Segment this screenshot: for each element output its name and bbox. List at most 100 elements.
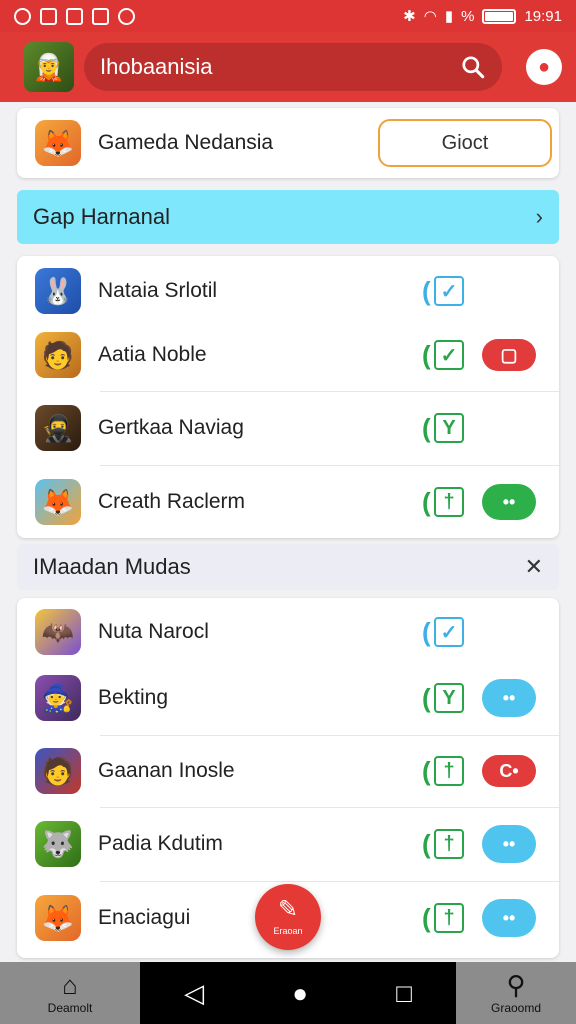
list-item[interactable]: 🐺 Padia Kdutim († •• bbox=[17, 810, 559, 878]
list-item[interactable]: 🧙 Bekting (Y •• bbox=[17, 664, 559, 732]
chat-icon[interactable]: •• bbox=[482, 679, 536, 717]
divider bbox=[100, 807, 559, 808]
featured-game-name: Gameda Nedansia bbox=[98, 131, 274, 154]
game-name: Padia Kdutim bbox=[98, 832, 223, 855]
wolf-icon: 🐺 bbox=[35, 821, 81, 867]
stop-button[interactable]: ▢ bbox=[482, 339, 536, 371]
nav-tab-home[interactable]: ⌂ Deamolt bbox=[0, 962, 140, 1024]
notification-icon bbox=[66, 7, 83, 25]
system-navigation: ◁ ● □ bbox=[140, 962, 456, 1024]
fox-icon: 🦊 bbox=[35, 120, 81, 166]
chat-icon[interactable]: •• bbox=[482, 825, 536, 863]
fox-icon: 🦊 bbox=[35, 895, 81, 941]
checkbox[interactable]: (✓ bbox=[422, 340, 464, 371]
system-indicators: ✱ ◠ ▮ % 19:91 bbox=[403, 7, 562, 26]
ninja-icon: 🥷 bbox=[35, 405, 81, 451]
checkbox[interactable]: († bbox=[422, 487, 464, 518]
home-button-icon[interactable]: ● bbox=[292, 978, 308, 1009]
checkbox[interactable]: († bbox=[422, 829, 464, 860]
edit-icon: ✎ bbox=[277, 896, 299, 923]
divider bbox=[100, 735, 559, 736]
back-icon[interactable]: ◁ bbox=[184, 978, 204, 1009]
game-name: Creath Raclerm bbox=[98, 490, 246, 513]
game-character-icon[interactable]: 🧝 bbox=[24, 42, 74, 92]
divider bbox=[100, 391, 559, 392]
section-header-harnanal[interactable]: Gap Harnanal › bbox=[17, 190, 559, 244]
knight-icon: 🧑 bbox=[35, 748, 81, 794]
divider bbox=[100, 881, 559, 882]
checkbox[interactable]: (Y bbox=[422, 683, 464, 714]
nav-tab-label: Graoomd bbox=[490, 1001, 542, 1015]
wifi-icon: ◠ bbox=[423, 8, 437, 25]
floating-action-button[interactable]: ✎ Eraoan bbox=[255, 884, 321, 950]
home-icon: ⌂ bbox=[62, 970, 78, 1000]
game-name: Gaanan Inosle bbox=[98, 759, 235, 782]
app-bar: 🧝 Ihobaanisia ● bbox=[0, 32, 576, 102]
bunny-icon: 🐰 bbox=[35, 268, 81, 314]
check-icon: † bbox=[434, 903, 464, 933]
list-item[interactable]: 🐰 Nataia Srlotil (✓ bbox=[17, 260, 559, 322]
featured-game-card[interactable]: 🦊 Gameda Nedansia Gioct bbox=[17, 108, 559, 178]
notification-icons bbox=[14, 7, 135, 25]
check-icon: Y bbox=[434, 413, 464, 443]
profile-icon: ● bbox=[537, 55, 551, 78]
chat-icon[interactable]: •• bbox=[482, 484, 536, 520]
bat-icon: 🦇 bbox=[35, 609, 81, 655]
check-icon: † bbox=[434, 829, 464, 859]
nav-tab-profile[interactable]: ⚲ Graoomd bbox=[456, 962, 576, 1024]
user-icon: ⚲ bbox=[506, 970, 526, 1000]
signal-icon: ▮ bbox=[444, 8, 454, 25]
chat-icon[interactable]: •• bbox=[482, 899, 536, 937]
chevron-right-icon[interactable]: › bbox=[536, 204, 543, 230]
recents-icon[interactable]: □ bbox=[396, 978, 412, 1009]
nav-tab-label: Deamolt bbox=[47, 1001, 93, 1015]
bottom-navigation: ⌂ Deamolt ◁ ● □ ⚲ Graoomd bbox=[0, 962, 576, 1024]
checkbox[interactable]: (✓ bbox=[422, 617, 464, 648]
game-name: Bekting bbox=[98, 686, 169, 709]
fox-icon: 🦊 bbox=[35, 479, 81, 525]
featured-game-button[interactable]: Gioct bbox=[378, 119, 552, 167]
checkbox[interactable]: (Y bbox=[422, 413, 464, 444]
notification-icon bbox=[14, 7, 31, 25]
list-item[interactable]: 🧑 Aatia Noble (✓ ▢ bbox=[17, 322, 559, 388]
check-icon: ✓ bbox=[434, 340, 464, 370]
app-title: Ihobaanisia bbox=[100, 54, 213, 79]
notification-icon bbox=[118, 7, 135, 25]
notification-icon bbox=[92, 7, 109, 25]
search-icon[interactable] bbox=[460, 54, 486, 80]
list-item[interactable]: 🦇 Nuta Narocl (✓ bbox=[17, 600, 559, 664]
check-icon: † bbox=[434, 756, 464, 786]
battery-icon bbox=[482, 8, 517, 24]
warrior-icon: 🧑 bbox=[35, 332, 81, 378]
game-name: Nataia Srlotil bbox=[98, 279, 218, 302]
game-name: Nuta Narocl bbox=[98, 620, 209, 643]
game-name: Gertkaa Naviag bbox=[98, 416, 244, 439]
section-title: IMaadan Mudas bbox=[33, 554, 191, 579]
checkbox[interactable]: († bbox=[422, 903, 464, 934]
check-icon: Y bbox=[434, 683, 464, 713]
fab-label: Eraoan bbox=[273, 926, 303, 936]
list-item[interactable]: 🦊 Creath Raclerm († •• bbox=[17, 468, 559, 536]
check-icon: ✓ bbox=[434, 617, 464, 647]
profile-button[interactable]: ● bbox=[526, 49, 562, 85]
notification-icon bbox=[40, 7, 57, 25]
game-name: Aatia Noble bbox=[98, 343, 207, 366]
hero-icon: 🧙 bbox=[35, 675, 81, 721]
game-name: Enaciagui bbox=[98, 906, 191, 929]
check-icon: ✓ bbox=[434, 276, 464, 306]
divider bbox=[100, 465, 559, 466]
section-header-mudas[interactable]: IMaadan Mudas ✕ bbox=[17, 544, 559, 590]
list-item[interactable]: 🥷 Gertkaa Naviag (Y bbox=[17, 394, 559, 462]
list-item[interactable]: 🧑 Gaanan Inosle († C• bbox=[17, 738, 559, 804]
check-icon: † bbox=[434, 487, 464, 517]
record-button[interactable]: C• bbox=[482, 755, 536, 787]
status-bar: ✱ ◠ ▮ % 19:91 bbox=[0, 0, 576, 32]
status-time: 19:91 bbox=[524, 7, 562, 25]
search-bar[interactable]: Ihobaanisia bbox=[84, 43, 502, 91]
signal-text: % bbox=[461, 7, 475, 25]
section-title: Gap Harnanal bbox=[33, 204, 170, 229]
checkbox[interactable]: († bbox=[422, 756, 464, 787]
checkbox[interactable]: (✓ bbox=[422, 276, 464, 307]
close-icon[interactable]: ✕ bbox=[525, 554, 543, 580]
bluetooth-icon: ✱ bbox=[403, 8, 416, 25]
